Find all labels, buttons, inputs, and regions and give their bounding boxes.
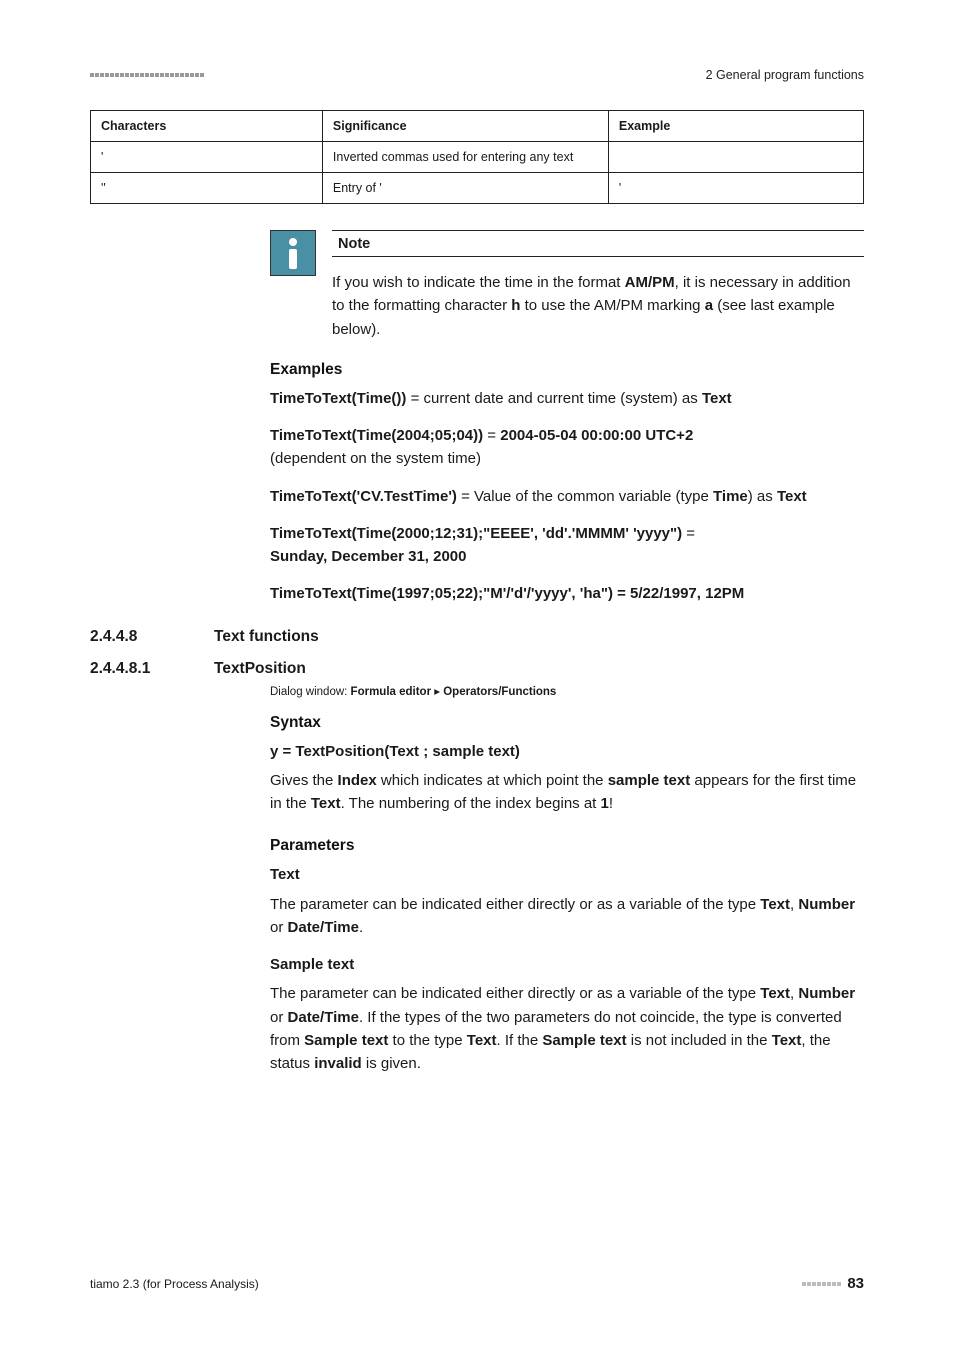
cell-char: ' — [91, 142, 323, 173]
col-example: Example — [608, 111, 863, 142]
footer-left: tiamo 2.3 (for Process Analysis) — [90, 1277, 259, 1291]
cell-significance: Entry of ' — [322, 173, 608, 204]
syntax-line: y = TextPosition(Text ; sample text) — [270, 740, 864, 763]
dialog-path: Dialog window: Formula editor ▸ Operator… — [270, 684, 864, 698]
parameters-heading: Parameters — [270, 837, 864, 855]
syntax-heading: Syntax — [270, 714, 864, 732]
syntax-desc: Gives the Index which indicates at which… — [270, 769, 864, 816]
cell-example — [608, 142, 863, 173]
cell-example: ' — [608, 173, 863, 204]
footer-decoration — [802, 1282, 841, 1286]
note-title: Note — [332, 236, 370, 252]
example-line: TimeToText('CV.TestTime') = Value of the… — [270, 485, 864, 508]
subsection-number: 2.4.4.8.1 — [90, 660, 190, 678]
parameters-section: Parameters Text The parameter can be ind… — [270, 837, 864, 1075]
example-line: TimeToText(Time()) = current date and cu… — [270, 387, 864, 410]
info-icon — [270, 230, 316, 276]
param-desc: The parameter can be indicated either di… — [270, 982, 864, 1075]
param-desc: The parameter can be indicated either di… — [270, 893, 864, 940]
examples-heading: Examples — [270, 361, 864, 379]
subsection-heading: 2.4.4.8.1 TextPosition — [90, 660, 864, 678]
section-heading: 2.4.4.8 Text functions — [90, 628, 864, 646]
col-significance: Significance — [322, 111, 608, 142]
table-row: ' Inverted commas used for entering any … — [91, 142, 864, 173]
example-line: TimeToText(Time(2000;12;31);"EEEE', 'dd'… — [270, 522, 864, 569]
cell-char: '' — [91, 173, 323, 204]
section-number: 2.4.4.8 — [90, 628, 190, 646]
param-name: Sample text — [270, 953, 864, 976]
section-title: Text functions — [214, 628, 319, 646]
subsection-title: TextPosition — [214, 660, 306, 678]
note-box: Note If you wish to indicate the time in… — [270, 230, 864, 341]
page-header: 2 General program functions — [90, 68, 864, 82]
characters-table: Characters Significance Example ' Invert… — [90, 110, 864, 204]
examples-section: Examples TimeToText(Time()) = current da… — [270, 361, 864, 606]
syntax-section: Syntax y = TextPosition(Text ; sample te… — [270, 714, 864, 816]
page-footer: tiamo 2.3 (for Process Analysis) 83 — [90, 1275, 864, 1292]
note-text: If you wish to indicate the time in the … — [332, 271, 864, 341]
param-name: Text — [270, 863, 864, 886]
table-row: '' Entry of ' ' — [91, 173, 864, 204]
breadcrumb: 2 General program functions — [706, 68, 864, 82]
cell-significance: Inverted commas used for entering any te… — [322, 142, 608, 173]
example-line: TimeToText(Time(1997;05;22);"M'/'d'/'yyy… — [270, 582, 864, 605]
table-header-row: Characters Significance Example — [91, 111, 864, 142]
page-number: 83 — [847, 1275, 864, 1292]
header-decoration — [90, 73, 204, 77]
example-line: TimeToText(Time(2004;05;04)) = 2004-05-0… — [270, 424, 864, 471]
col-characters: Characters — [91, 111, 323, 142]
